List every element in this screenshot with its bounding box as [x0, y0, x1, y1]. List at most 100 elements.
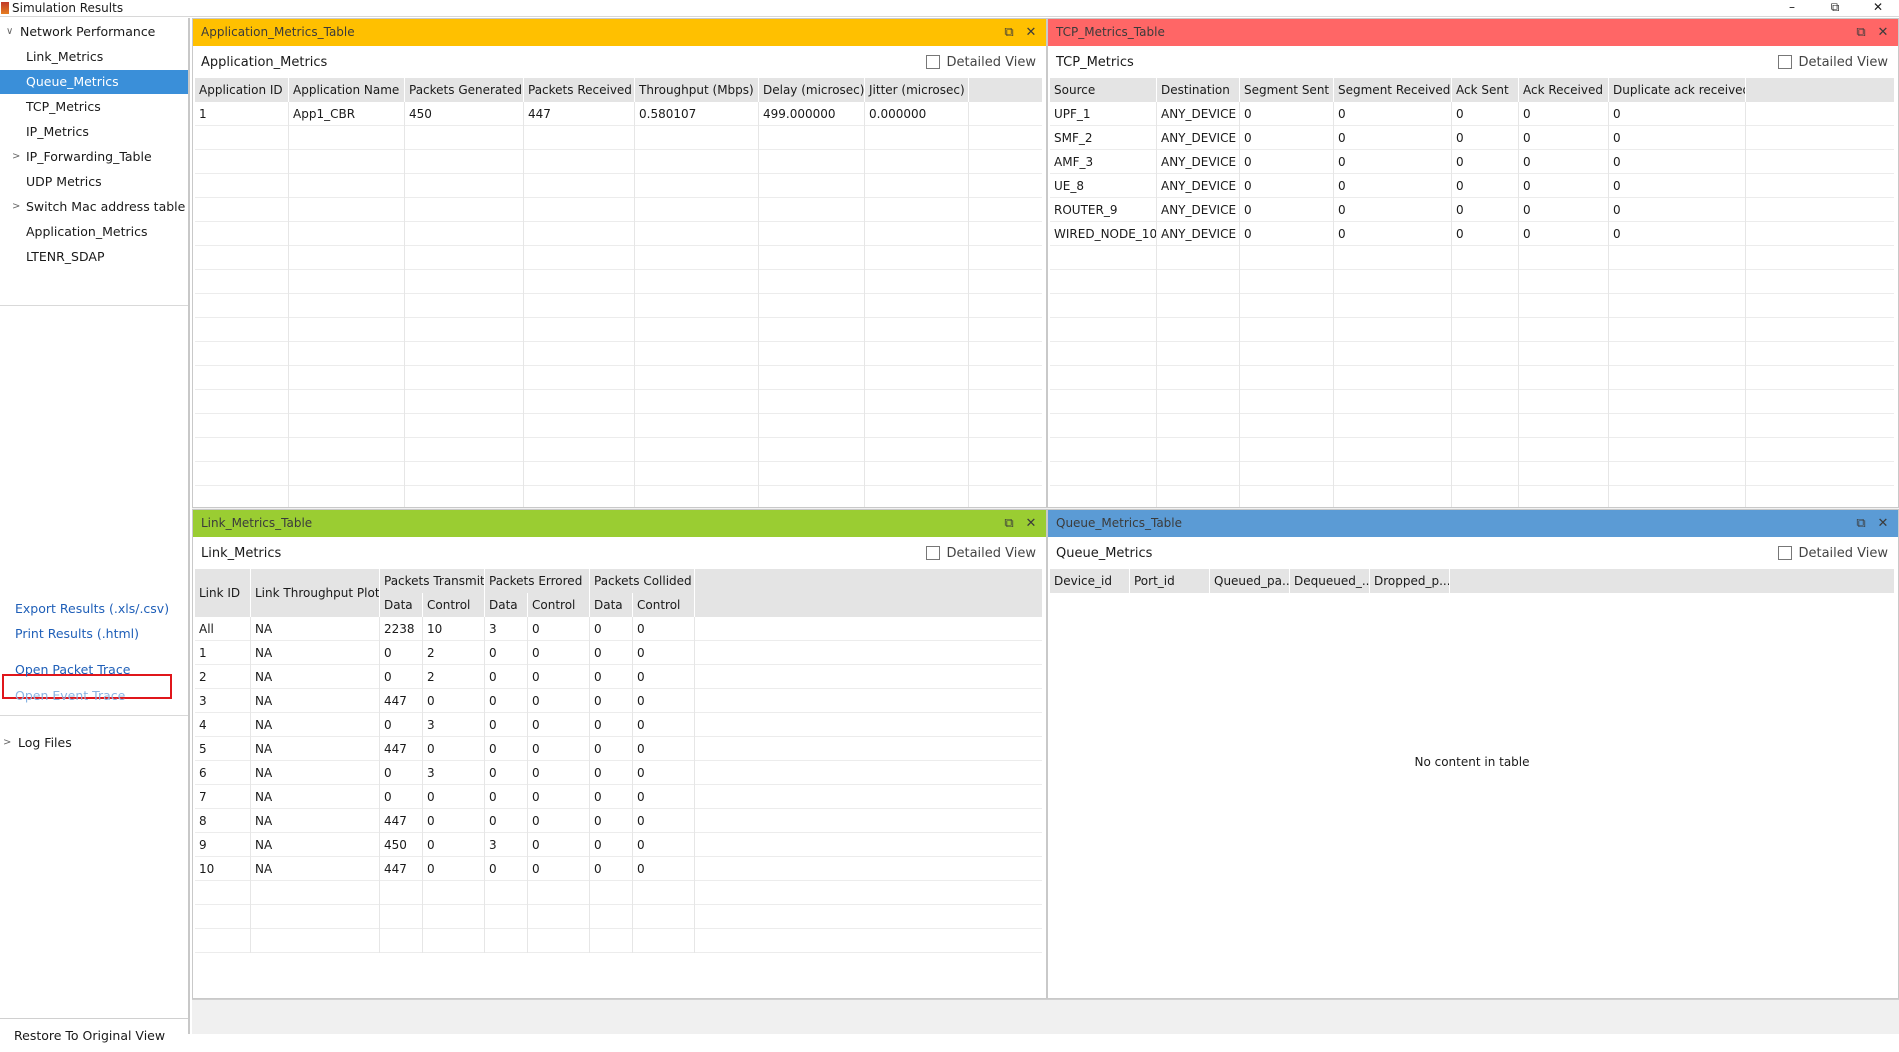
table-row[interactable]: 9 NA 450 0 3 0 0 0 [195, 833, 1042, 857]
table-row[interactable]: UE_8 ANY_DEVICE 0 0 0 0 0 [1050, 174, 1894, 198]
detailed-view-checkbox[interactable]: Detailed View [1778, 546, 1888, 561]
table-row[interactable] [195, 126, 1042, 150]
popout-icon[interactable]: ⧉ [1000, 510, 1018, 537]
column-header[interactable]: Ack Received [1519, 78, 1609, 102]
table-row[interactable] [195, 318, 1042, 342]
checkbox-icon[interactable] [1778, 546, 1793, 560]
table-row[interactable] [1050, 246, 1894, 270]
table-row[interactable] [195, 438, 1042, 462]
chevron-right-icon[interactable]: > [3, 731, 11, 755]
sidebar-item-udp-metrics[interactable]: UDP Metrics [0, 170, 188, 194]
column-header[interactable]: Jitter (microsec) [865, 78, 969, 102]
table-row[interactable]: 4 NA 0 3 0 0 0 0 [195, 713, 1042, 737]
column-subheader[interactable]: Control [423, 593, 485, 617]
column-header[interactable]: Queued_pa... [1210, 569, 1290, 593]
log-files-item[interactable]: > Log Files [0, 731, 188, 755]
column-subheader[interactable]: Control [633, 593, 695, 617]
table-row[interactable] [195, 414, 1042, 438]
table-row[interactable] [195, 881, 1042, 905]
sidebar-item-ip-forwarding-table[interactable]: > IP_Forwarding_Table [0, 145, 188, 169]
close-icon[interactable]: ✕ [1022, 510, 1040, 537]
close-icon[interactable]: ✕ [1874, 510, 1892, 537]
print-results-link[interactable]: Print Results (.html) [15, 626, 139, 641]
column-header[interactable]: Dequeued_... [1290, 569, 1370, 593]
table-row[interactable] [195, 366, 1042, 390]
table-row[interactable]: 1 App1_CBR 450 447 0.580107 499.000000 0.00000… [195, 102, 1042, 126]
column-subheader[interactable]: Data [380, 593, 423, 617]
column-header[interactable]: Ack Sent [1452, 78, 1519, 102]
close-window-icon[interactable]: ✕ [1858, 0, 1898, 16]
table-row[interactable] [1050, 294, 1894, 318]
table-row[interactable] [195, 390, 1042, 414]
table-row[interactable]: 3 NA 447 0 0 0 0 0 [195, 689, 1042, 713]
checkbox-icon[interactable] [926, 55, 941, 69]
detailed-view-checkbox[interactable]: Detailed View [1778, 55, 1888, 70]
column-header[interactable]: Dropped_p... [1370, 569, 1450, 593]
table-row[interactable]: 7 NA 0 0 0 0 0 0 [195, 785, 1042, 809]
column-subheader[interactable]: Control [528, 593, 590, 617]
column-header[interactable]: Segment Received [1334, 78, 1452, 102]
table-row[interactable]: AMF_3 ANY_DEVICE 0 0 0 0 0 [1050, 150, 1894, 174]
table-row[interactable] [195, 174, 1042, 198]
column-header[interactable]: Duplicate ack received [1609, 78, 1746, 102]
table-row[interactable] [1050, 342, 1894, 366]
table-row[interactable] [195, 150, 1042, 174]
table-row[interactable] [1050, 366, 1894, 390]
table-row[interactable] [1050, 486, 1894, 507]
table-row[interactable] [195, 486, 1042, 507]
table-row[interactable]: 6 NA 0 3 0 0 0 0 [195, 761, 1042, 785]
detailed-view-checkbox[interactable]: Detailed View [926, 546, 1036, 561]
sidebar-item-ltenr-sdap[interactable]: LTENR_SDAP [0, 245, 188, 269]
table-row[interactable] [1050, 270, 1894, 294]
table-row[interactable] [195, 270, 1042, 294]
column-header[interactable]: Destination [1157, 78, 1240, 102]
column-header[interactable]: Segment Sent [1240, 78, 1334, 102]
column-group-header[interactable]: Packets Errored [485, 569, 590, 593]
column-group-header[interactable]: Packets Collided [590, 569, 695, 593]
table-row[interactable] [195, 905, 1042, 929]
detailed-view-checkbox[interactable]: Detailed View [926, 55, 1036, 70]
sidebar-item-link-metrics[interactable]: Link_Metrics [0, 45, 188, 69]
chevron-right-icon[interactable]: > [12, 145, 20, 169]
table-row[interactable] [195, 246, 1042, 270]
column-header[interactable]: Throughput (Mbps) [635, 78, 759, 102]
table-row[interactable]: 1 NA 0 2 0 0 0 0 [195, 641, 1042, 665]
column-header[interactable]: Device_id [1050, 569, 1130, 593]
column-subheader[interactable]: Data [485, 593, 528, 617]
column-group-header[interactable]: Packets Transmit... [380, 569, 485, 593]
table-row[interactable]: UPF_1 ANY_DEVICE 0 0 0 0 0 [1050, 102, 1894, 126]
popout-icon[interactable]: ⧉ [1852, 510, 1870, 537]
column-header[interactable]: Application Name [289, 78, 405, 102]
table-row[interactable]: SMF_2 ANY_DEVICE 0 0 0 0 0 [1050, 126, 1894, 150]
restore-view-button[interactable]: Restore To Original View [14, 1028, 165, 1043]
table-row[interactable]: 5 NA 447 0 0 0 0 0 [195, 737, 1042, 761]
minimize-icon[interactable]: – [1772, 0, 1812, 16]
table-row[interactable]: WIRED_NODE_10 ANY_DEVICE 0 0 0 0 0 [1050, 222, 1894, 246]
table-row[interactable] [1050, 438, 1894, 462]
restore-view-bar[interactable]: Restore To Original View [0, 1018, 188, 1052]
table-row[interactable] [195, 294, 1042, 318]
table-row[interactable] [195, 462, 1042, 486]
restore-window-icon[interactable]: ⧉ [1815, 0, 1855, 16]
sidebar-item-queue-metrics[interactable]: Queue_Metrics [0, 70, 188, 94]
column-header[interactable]: Application ID [195, 78, 289, 102]
column-header[interactable]: Packets Received [524, 78, 635, 102]
table-row[interactable]: 2 NA 0 2 0 0 0 0 [195, 665, 1042, 689]
table-row[interactable] [195, 222, 1042, 246]
table-row[interactable] [195, 198, 1042, 222]
column-header[interactable]: Link Throughput Plot [251, 569, 380, 617]
checkbox-icon[interactable] [926, 546, 941, 560]
table-row[interactable]: ROUTER_9 ANY_DEVICE 0 0 0 0 0 [1050, 198, 1894, 222]
open-packet-trace-link[interactable]: Open Packet Trace [15, 662, 130, 677]
popout-icon[interactable]: ⧉ [1000, 19, 1018, 46]
column-header[interactable]: Delay (microsec) [759, 78, 865, 102]
column-header[interactable]: Link ID [195, 569, 251, 617]
tree-root-network-performance[interactable]: ∨ Network Performance [0, 20, 188, 44]
popout-icon[interactable]: ⧉ [1852, 19, 1870, 46]
table-row[interactable] [195, 342, 1042, 366]
table-row[interactable]: All NA 2238 10 3 0 0 0 [195, 617, 1042, 641]
table-row[interactable] [1050, 462, 1894, 486]
export-results-link[interactable]: Export Results (.xls/.csv) [15, 601, 169, 616]
sidebar-item-switch-mac-address-table[interactable]: > Switch Mac address table [0, 195, 188, 219]
checkbox-icon[interactable] [1778, 55, 1793, 69]
